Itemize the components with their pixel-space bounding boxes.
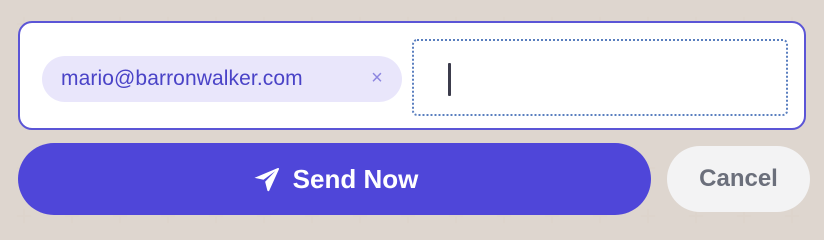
chip-remove-icon[interactable]: × (366, 67, 388, 89)
recipient-chip-email: mario@barronwalker.com (61, 67, 303, 90)
paper-plane-icon (251, 164, 281, 194)
send-now-button[interactable]: Send Now (18, 143, 651, 215)
recipient-text-input[interactable] (412, 39, 788, 116)
text-caret (448, 63, 451, 96)
recipient-field[interactable]: mario@barronwalker.com × (18, 21, 806, 130)
cancel-button[interactable]: Cancel (667, 146, 810, 212)
cancel-label: Cancel (699, 165, 778, 192)
send-now-label: Send Now (292, 163, 419, 194)
recipient-chip[interactable]: mario@barronwalker.com × (42, 56, 402, 102)
